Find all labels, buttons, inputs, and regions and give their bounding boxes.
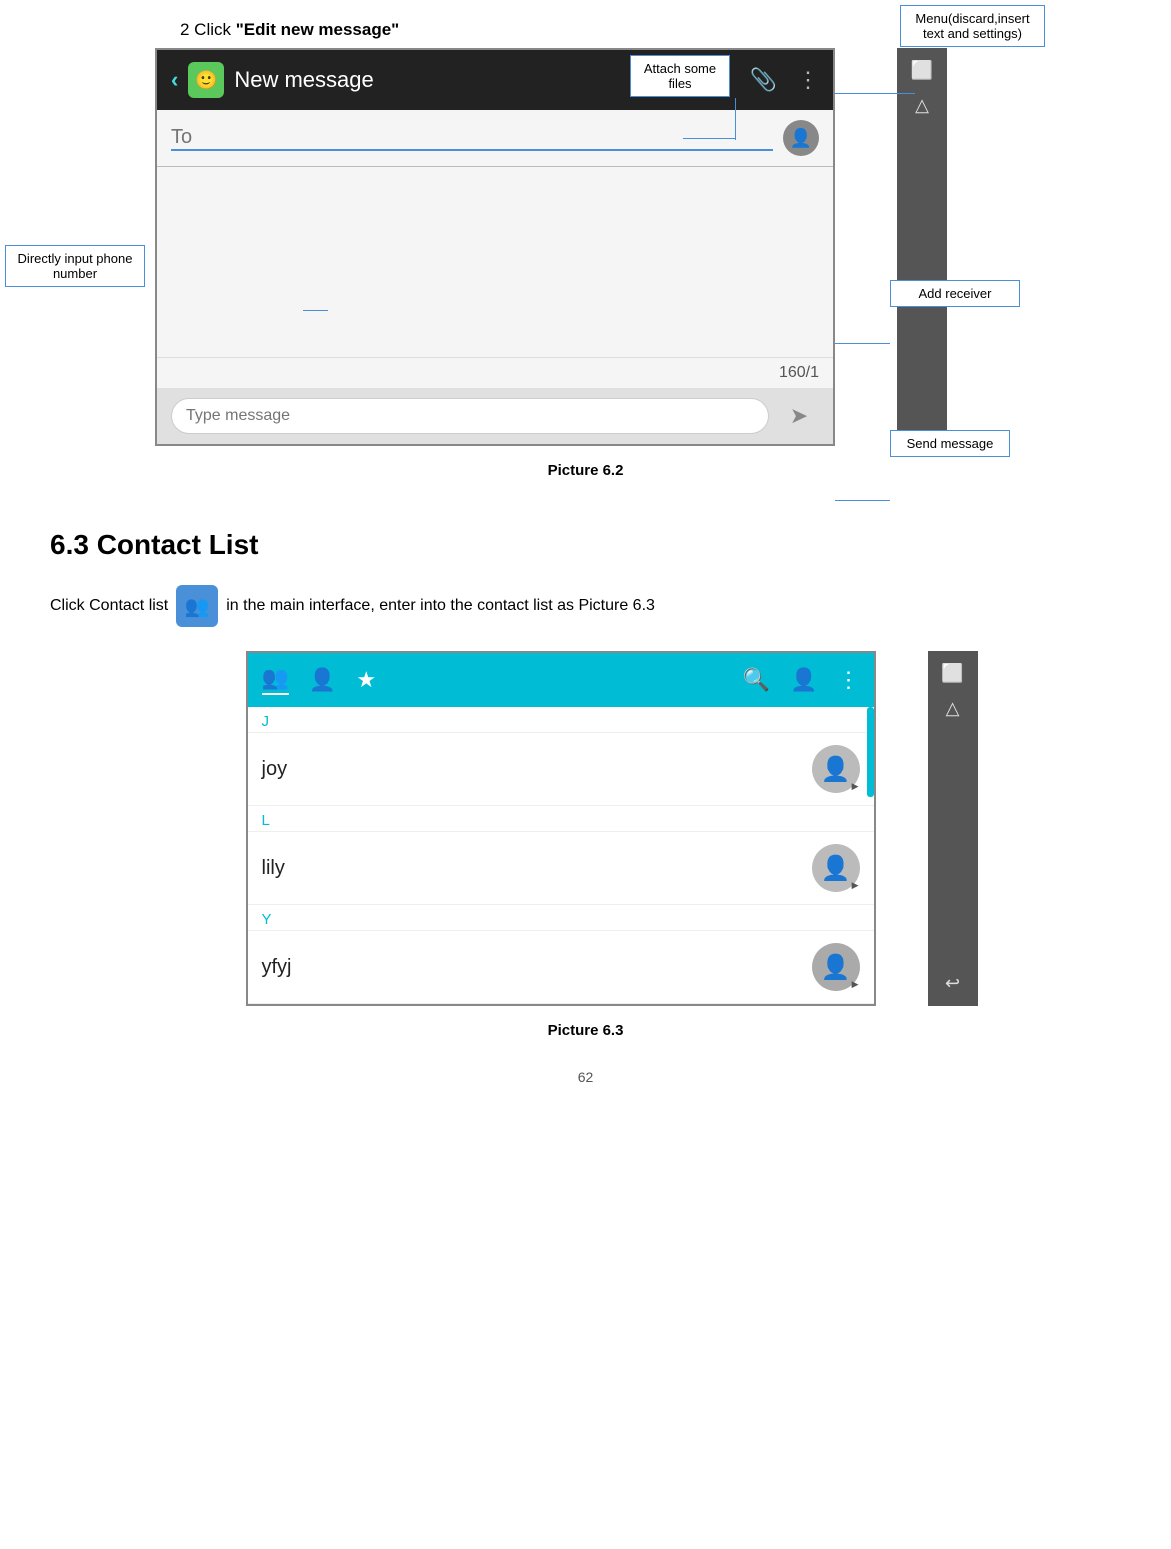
add-receiver-arrow-line <box>835 343 890 344</box>
group-y-label: Y <box>248 905 874 931</box>
sidebar-icon-1: ⬜ <box>911 60 933 81</box>
add-receiver-annotation: Add receiver <box>890 280 1020 307</box>
search-icon[interactable]: 🔍 <box>743 667 770 693</box>
contact-joy-name: joy <box>262 758 798 781</box>
contact-header: 👥 👤 ★ 🔍 👤 ⋮ <box>248 653 874 707</box>
attach-files-annotation: Attach some files <box>630 55 730 97</box>
contact-desc-pre: Click Contact list <box>50 597 168 615</box>
new-message-screen: ‹ 🙂 New message 📎 ⋮ 👤 160/1 ➤ <box>155 48 835 446</box>
directly-arrow-line <box>303 310 328 311</box>
message-icon: 🙂 <box>188 62 224 98</box>
directly-input-annotation: Directly input phone number <box>5 245 145 287</box>
contact-desc-post: in the main interface, enter into the co… <box>226 597 655 615</box>
contact-lily[interactable]: lily 👤 ▶ <box>248 832 874 905</box>
sidebar-icon-2: △ <box>915 95 929 116</box>
add-receiver-label: Add receiver <box>919 286 992 301</box>
attach-icon[interactable]: 📎 <box>750 67 777 93</box>
contact-yfyj-name: yfyj <box>262 956 798 979</box>
phone-right-sidebar: ⬜ △ <box>897 48 947 446</box>
directly-input-label: Directly input phone number <box>18 251 133 281</box>
contact-desc: Click Contact list 👥 in the main interfa… <box>50 585 1121 627</box>
picture-62-caption: Picture 6.2 <box>0 462 1171 479</box>
sidebar-icon-a: ⬜ <box>941 663 963 684</box>
picture-63-caption: Picture 6.3 <box>50 1022 1121 1039</box>
top-section: 2 Click 2 Click “Edit new message”"Edit … <box>0 0 1171 519</box>
send-message-annotation: Send message <box>890 430 1010 457</box>
contact-lily-avatar: 👤 ▶ <box>812 844 860 892</box>
menu-label: Menu(discard,insert text and settings) <box>915 11 1029 41</box>
send-button[interactable]: ➤ <box>779 396 819 436</box>
scrollbar[interactable] <box>867 707 874 797</box>
menu-arrow-line <box>835 93 915 94</box>
type-message-input[interactable] <box>171 398 769 434</box>
sidebar-icon-c: ↩ <box>945 973 960 994</box>
page-number: 62 <box>0 1069 1171 1105</box>
click-label-text: "Edit new message" <box>236 20 400 39</box>
back-button[interactable]: ‹ <box>171 67 178 93</box>
message-body <box>157 167 833 357</box>
sidebar-icon-b: △ <box>946 698 960 719</box>
attach-files-label: Attach some files <box>644 61 716 91</box>
group-j-label: J <box>248 707 874 733</box>
contact-screenshot-wrapper: 👥 👤 ★ 🔍 👤 ⋮ J joy 👤 ▶ <box>246 651 926 1006</box>
contact-right-sidebar: ⬜ △ ↩ <box>928 651 978 1006</box>
contact-yfyj-avatar: 👤 ▶ <box>812 943 860 991</box>
screenshot-wrapper-62: ‹ 🙂 New message 📎 ⋮ 👤 160/1 ➤ <box>155 48 895 446</box>
contact-lily-name: lily <box>262 857 798 880</box>
section-63: 6.3 Contact List Click Contact list 👥 in… <box>0 519 1171 1069</box>
type-message-row: ➤ <box>157 388 833 444</box>
overflow-menu-icon[interactable]: ⋮ <box>838 667 860 693</box>
contact-joy-avatar: 👤 ▶ <box>812 745 860 793</box>
char-count: 160/1 <box>157 357 833 388</box>
add-contact-icon[interactable]: 👤 <box>790 667 817 693</box>
nm-header: ‹ 🙂 New message 📎 ⋮ <box>157 50 833 110</box>
attach-arrow-v <box>735 98 736 140</box>
add-contact-icon[interactable]: 👤 <box>783 120 819 156</box>
send-arrow-line <box>835 500 890 501</box>
menu-annotation: Menu(discard,insert text and settings) <box>900 5 1045 47</box>
section-heading: 6.3 Contact List <box>50 529 1121 561</box>
menu-dots-icon[interactable]: ⋮ <box>797 67 819 93</box>
favorites-icon[interactable]: ★ <box>356 667 376 693</box>
send-message-label: Send message <box>907 436 994 451</box>
single-contact-icon[interactable]: 👤 <box>309 667 336 693</box>
all-contacts-icon[interactable]: 👥 <box>262 665 289 695</box>
contact-joy[interactable]: joy 👤 ▶ <box>248 733 874 806</box>
group-l-label: L <box>248 806 874 832</box>
contact-list-body: J joy 👤 ▶ L lily 👤 ▶ <box>248 707 874 1004</box>
contact-list-screen: 👥 👤 ★ 🔍 👤 ⋮ J joy 👤 ▶ <box>246 651 876 1006</box>
contact-list-icon[interactable]: 👥 <box>176 585 218 627</box>
contact-yfyj[interactable]: yfyj 👤 ▶ <box>248 931 874 1004</box>
attach-arrow-line <box>683 138 735 139</box>
